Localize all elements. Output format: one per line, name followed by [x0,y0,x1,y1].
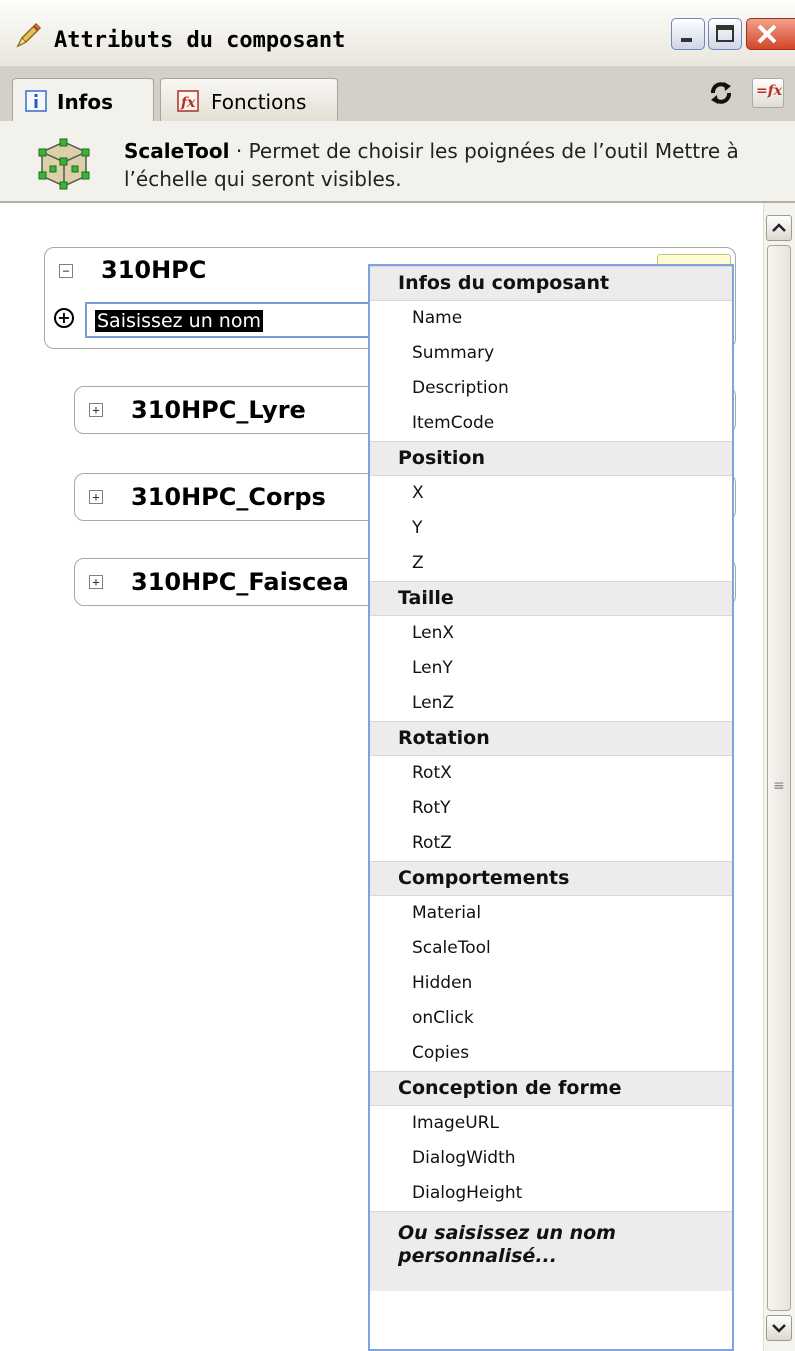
menu-item[interactable]: Material [370,896,732,931]
expand-toggle[interactable]: + [89,403,103,417]
menu-item[interactable]: LenX [370,616,732,651]
menu-item[interactable]: onClick [370,1001,732,1036]
scroll-down-button[interactable] [766,1315,792,1341]
menu-item[interactable]: ScaleTool [370,931,732,966]
tab-fonctions[interactable]: fx Fonctions [160,78,338,122]
menu-section-header: Infos du composant [370,266,732,301]
node-title: 310HPC_Faiscea [131,568,349,596]
pencil-icon [16,22,42,48]
chevron-up-icon [772,223,786,232]
title-bar[interactable]: Attributs du composant [0,0,795,67]
maximize-icon [716,25,734,42]
attribute-name-value: Saisissez un nom [95,310,263,332]
vertical-scrollbar[interactable]: ≡ [763,203,795,1351]
formula-button[interactable]: =fx [752,78,784,108]
attribute-dropdown-menu: Infos du composant Name Summary Description… [368,264,734,1351]
expand-toggle[interactable]: + [89,490,103,504]
component-description-header: ScaleTool · Permet de choisir les poigné… [0,121,795,203]
window-title: Attributs du composant [54,28,346,53]
minimize-button[interactable] [671,18,705,50]
menu-item[interactable]: Description [370,371,732,406]
menu-item[interactable]: DialogWidth [370,1141,732,1176]
component-name: ScaleTool [124,139,230,163]
menu-item[interactable]: LenZ [370,686,732,721]
separator: · [229,139,249,163]
attribute-name-input[interactable]: Saisissez un nom [85,302,375,338]
maximize-button[interactable] [708,18,742,50]
close-button[interactable] [746,18,795,50]
menu-section-header: Comportements [370,861,732,896]
tab-infos[interactable]: Infos [12,78,154,124]
menu-item[interactable]: Y [370,511,732,546]
menu-item[interactable]: Name [370,301,732,336]
fx-label: =fx [756,83,783,99]
menu-item[interactable]: DialogHeight [370,1176,732,1211]
custom-option-line-1: Ou saisissez un nom [398,1222,616,1244]
node-title: 310HPC [101,256,207,284]
menu-item[interactable]: RotZ [370,826,732,861]
expand-toggle[interactable]: + [89,575,103,589]
menu-item[interactable]: Copies [370,1036,732,1071]
menu-item[interactable]: LenY [370,651,732,686]
menu-item[interactable]: ItemCode [370,406,732,441]
scroll-thumb[interactable]: ≡ [767,245,791,1311]
info-icon [25,90,47,112]
fx-icon: fx [177,90,199,112]
menu-item[interactable]: Summary [370,336,732,371]
description-line-2: l’échelle qui seront visibles. [124,167,402,191]
component-attributes-window: Attributs du composant Infos fx Fonction… [0,0,795,1351]
menu-section-header: Rotation [370,721,732,756]
refresh-icon[interactable] [706,78,736,108]
menu-section-header: Conception de forme [370,1071,732,1106]
component-cube-icon [38,138,90,190]
minimize-icon [681,38,692,42]
collapse-toggle[interactable]: − [59,264,73,278]
menu-item[interactable]: X [370,476,732,511]
menu-custom-name-option[interactable]: Ou saisissez un nom personnalisé... [370,1211,732,1291]
menu-item[interactable]: ImageURL [370,1106,732,1141]
menu-item[interactable]: Hidden [370,966,732,1001]
menu-item[interactable]: RotX [370,756,732,791]
menu-section-header: Position [370,441,732,476]
menu-section-header: Taille [370,581,732,616]
tab-fonctions-label: Fonctions [211,90,307,114]
menu-item[interactable]: RotY [370,791,732,826]
tab-bar: Infos fx Fonctions =fx [0,66,795,124]
description-line-1: ScaleTool · Permet de choisir les poigné… [124,139,739,163]
chevron-down-icon [772,1324,786,1333]
node-title: 310HPC_Lyre [131,396,306,424]
grip-icon: ≡ [773,778,785,794]
node-title: 310HPC_Corps [131,483,326,511]
tab-infos-label: Infos [57,90,114,114]
description-text-1: Permet de choisir les poignées de l’outi… [248,139,739,163]
scroll-up-button[interactable] [766,215,792,241]
close-icon [757,24,777,44]
add-attribute-icon[interactable]: + [54,308,74,328]
menu-item[interactable]: Z [370,546,732,581]
svg-text:fx: fx [180,95,196,111]
custom-option-line-2: personnalisé... [398,1245,557,1267]
